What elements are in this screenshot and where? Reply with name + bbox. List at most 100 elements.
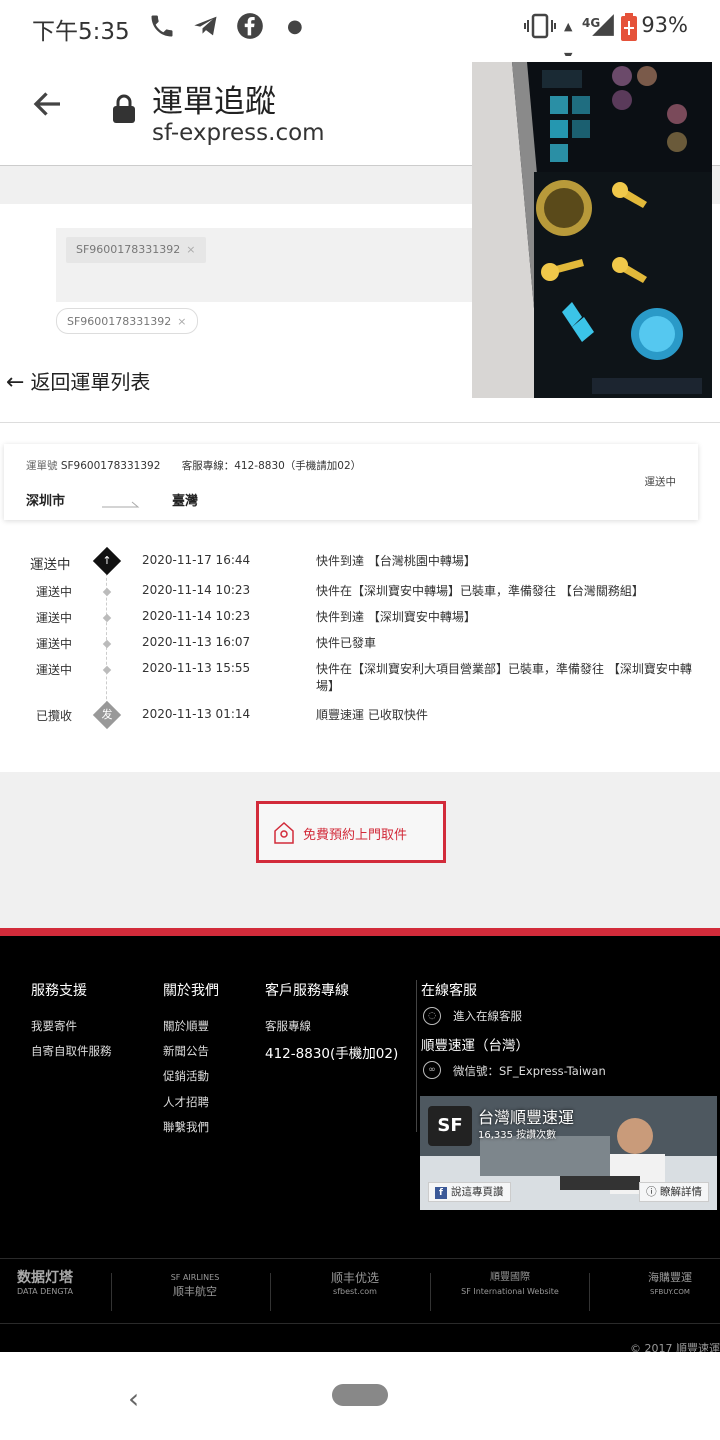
logo-divider [430,1273,431,1311]
waybill-info-line: 運單號 SF9600178331392 客服專線：412-8830（手機請加02… [26,458,361,473]
timeline-desc: 快件到達 【台灣桃園中轉場】 [316,554,476,568]
sfbest-logo[interactable]: 顺丰优选 sfbest.com [300,1271,410,1311]
facebook-like-label: 說這專頁讚 [451,1186,504,1198]
vibrate-icon [524,12,556,47]
facebook-icon [236,12,264,47]
waybill-chip-label: SF9600178331392 [76,243,181,256]
logo-divider [589,1273,590,1311]
lock-icon [112,94,136,124]
logo-divider [270,1273,271,1311]
facebook-f-icon: f [435,1187,447,1199]
timeline-time: 2020-11-13 01:14 [142,707,251,721]
collected-glyph-icon: 发 [101,708,113,721]
facebook-like-count: 16,335 按讚次數 [478,1130,557,1141]
footer-service-label: 客服專線 [265,1019,311,1033]
footer-link[interactable]: 自寄自取件服務 [31,1043,112,1059]
timeline-time: 2020-11-13 15:55 [142,661,251,675]
logo-subtitle: SFBUY.COM [650,1288,690,1296]
wechat-icon: ∞ [423,1061,441,1079]
timeline-dot [102,613,112,623]
footer-link[interactable]: 聯繫我們 [163,1119,209,1135]
footer-link[interactable]: 人才招聘 [163,1094,209,1110]
waybill-number-label: 運單號 [26,460,58,472]
up-arrow-icon: ↑ [102,554,112,567]
page-host[interactable]: sf-express.com [152,120,325,146]
timeline-desc: 快件到達 【深圳寶安中轉場】 [316,610,476,624]
timeline-desc: 快件在【深圳寶安中轉場】已裝車，準備發往 【台灣關務組】 [316,584,644,598]
shipment-status: 運送中 [644,476,677,488]
timeline-status: 運送中 [30,557,71,573]
home-location-icon [274,821,294,844]
waybill-chip-label: SF9600178331392 [67,315,172,328]
left-arrow-icon: ← [6,370,25,395]
close-icon[interactable]: × [186,243,195,256]
nav-back-icon[interactable]: ‹ [128,1382,139,1415]
footer-link[interactable]: 關於順豐 [163,1018,209,1034]
status-bar: 下午5:35 ● ▲▼ 4G 93% [0,0,720,63]
logo-title: 数据灯塔 [17,1270,73,1286]
footer-link[interactable]: 新聞公告 [163,1043,209,1059]
waybill-card: 運單號 SF9600178331392 客服專線：412-8830（手機請加02… [4,444,698,520]
sf-international-logo[interactable]: 順豐國際 SF International Website [450,1271,570,1311]
nav-home-pill[interactable] [332,1384,388,1406]
phone-icon [148,12,176,47]
waybill-chip[interactable]: SF9600178331392 × [56,308,198,334]
partner-logos-row: 数据灯塔 DATA DENGTA SF AIRLINES 顺丰航空 顺丰优选 sfbe… [0,1258,720,1324]
timeline-time: 2020-11-17 16:44 [142,553,251,567]
waybill-number: SF9600178331392 [60,460,161,472]
logo-subtitle: 顺丰航空 [173,1285,217,1298]
sf-airlines-logo[interactable]: SF AIRLINES 顺丰航空 [140,1271,250,1311]
collected-status-icon: 发 [92,700,122,730]
back-to-list-label: 返回運單列表 [30,370,151,394]
logo-title: 順豐國際 [490,1272,530,1283]
pip-video-frame [472,62,712,398]
data-dengta-logo[interactable]: 数据灯塔 DATA DENGTA [0,1271,90,1311]
info-icon: ⓘ [646,1186,660,1198]
page-title: 運單追蹤 [152,84,276,120]
signal-icon [590,12,616,45]
back-to-list-link[interactable]: ← 返回運單列表 [6,366,150,395]
system-nav-bar: ‹ [0,1352,720,1440]
timeline-time: 2020-11-14 10:23 [142,583,251,597]
facebook-like-button[interactable]: f 說這專頁讚 [428,1182,511,1202]
back-arrow-icon[interactable] [30,86,70,126]
waybill-chip[interactable]: SF9600178331392 × [66,237,206,263]
logo-title: 海購豐運 [648,1271,692,1284]
facebook-page-card[interactable]: SF 台灣順豐速運 16,335 按讚次數 f 說這專頁讚 ⓘ 瞭解詳情 [420,1096,717,1210]
route-arrow-icon [102,501,140,508]
facebook-learn-more-button[interactable]: ⓘ 瞭解詳情 [639,1182,709,1202]
current-status-icon: ↑ [92,546,122,576]
wechat-id: 微信號：SF_Express-Taiwan [453,1064,606,1078]
logo-subtitle: SF International Website [461,1287,559,1296]
timeline-desc: 快件在【深圳寶安利大項目營業部】已裝車，準備發往 【深圳寶安中轉場】 [316,662,692,693]
footer-company-name: 順豐速運（台灣） [421,1038,529,1054]
free-pickup-label: 免費預約上門取件 [303,827,408,843]
status-time: 下午5:35 [32,19,130,45]
timeline-dot [102,587,112,597]
service-hotline: 客服專線：412-8830（手機請加02） [181,460,362,472]
timeline-dot [102,639,112,649]
close-icon[interactable]: × [177,315,186,328]
footer-link[interactable]: 促銷活動 [163,1068,209,1084]
footer-accent-bar [0,928,720,936]
sfbuy-logo[interactable]: 海購豐運 SFBUY.COM [620,1271,720,1311]
enter-online-service-link[interactable]: 進入在線客服 [453,1008,522,1024]
notification-dot-icon: ● [287,16,303,37]
logo-title: SF AIRLINES [170,1273,220,1282]
free-pickup-button[interactable]: 免費預約上門取件 [256,801,446,863]
pip-video-overlay[interactable] [472,62,712,398]
timeline-status: 運送中 [36,663,73,677]
battery-icon [620,12,638,49]
timeline-desc: 快件已發車 [316,636,377,650]
footer-about-title: 關於我們 [163,983,219,999]
timeline-dot [102,665,112,675]
timeline-time: 2020-11-13 16:07 [142,635,251,649]
timeline-status: 已攬收 [36,709,73,723]
footer-support-title: 服務支援 [31,983,87,999]
timeline-status: 運送中 [36,585,73,599]
timeline-status: 運送中 [36,611,73,625]
battery-percent: 93% [641,13,688,37]
footer-service-phone[interactable]: 412-8830(手機加02) [265,1042,398,1062]
logo-subtitle: DATA DENGTA [16,1287,73,1296]
footer-link[interactable]: 我要寄件 [31,1018,77,1034]
